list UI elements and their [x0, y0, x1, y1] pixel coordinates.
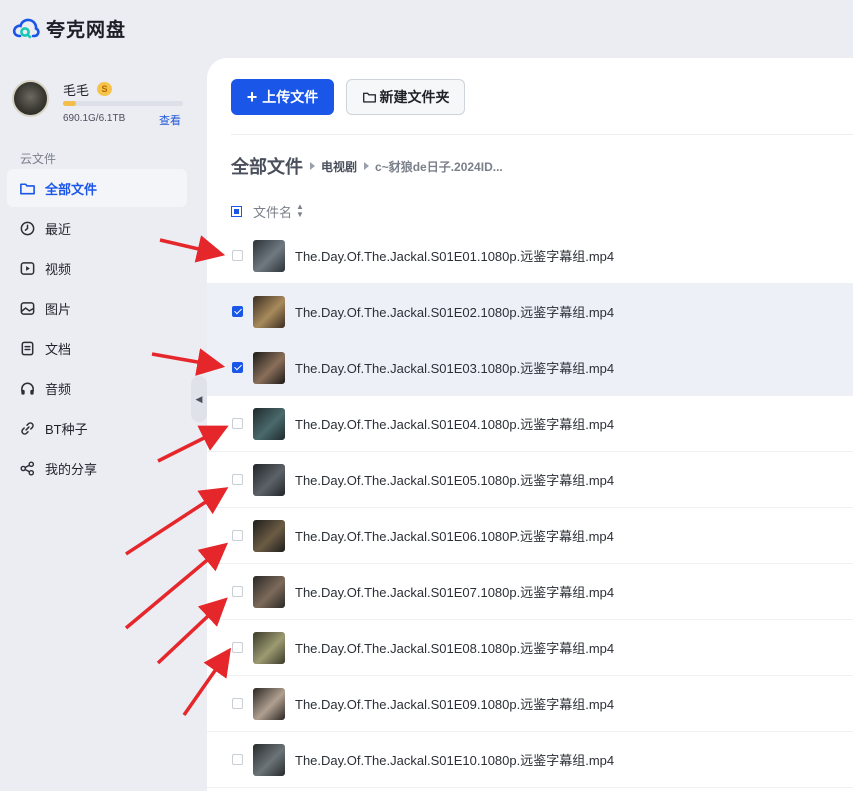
sidebar-collapse-handle[interactable]: ◀ [191, 376, 207, 422]
file-list-header: 文件名 ▲ ▼ [231, 202, 304, 220]
file-row[interactable]: The.Day.Of.The.Jackal.S01E06.1080P.远鉴字幕组… [207, 508, 853, 564]
breadcrumb-item-current[interactable]: c~豺狼de日子.2024ID... [375, 158, 503, 175]
image-icon [18, 299, 36, 317]
breadcrumb-root[interactable]: 全部文件 [231, 153, 303, 179]
breadcrumb-separator-icon [310, 162, 315, 170]
sidebar-item-bt-torrent[interactable]: BT种子 [7, 409, 187, 447]
file-name[interactable]: The.Day.Of.The.Jackal.S01E04.1080p.远鉴字幕组… [295, 414, 614, 433]
video-icon [18, 259, 36, 277]
sort-icon[interactable]: ▲ ▼ [296, 203, 304, 219]
new-folder-button-label: 新建文件夹 [379, 89, 450, 105]
video-thumbnail[interactable] [253, 575, 285, 608]
top-bar: 夸克网盘 [0, 0, 853, 56]
new-folder-button[interactable]: 新建文件夹 [346, 79, 465, 115]
sidebar-item-my-shares[interactable]: 我的分享 [7, 449, 187, 487]
file-list: The.Day.Of.The.Jackal.S01E01.1080p.远鉴字幕组… [207, 228, 853, 788]
file-name[interactable]: The.Day.Of.The.Jackal.S01E02.1080p.远鉴字幕组… [295, 302, 614, 321]
breadcrumb-separator-icon [364, 162, 370, 170]
video-thumbnail[interactable] [253, 743, 285, 776]
quark-cloud-logo-icon[interactable] [12, 17, 40, 39]
section-label-cloud-files: 云文件 [20, 152, 57, 166]
file-row[interactable]: The.Day.Of.The.Jackal.S01E05.1080p.远鉴字幕组… [207, 452, 853, 508]
file-name[interactable]: The.Day.Of.The.Jackal.S01E07.1080p.远鉴字幕组… [295, 582, 614, 601]
sidebar-item-images[interactable]: 图片 [7, 289, 187, 327]
upload-button[interactable]: + 上传文件 [231, 79, 334, 115]
sidebar-item-all-files[interactable]: 全部文件 [7, 169, 187, 207]
file-checkbox[interactable] [232, 362, 243, 373]
storage-bar [63, 101, 183, 106]
toolbar-divider [231, 134, 853, 135]
file-checkbox[interactable] [232, 306, 243, 317]
file-checkbox[interactable] [232, 250, 243, 261]
video-thumbnail[interactable] [253, 239, 285, 272]
sidebar-item-label: 视频 [45, 261, 72, 277]
sidebar-item-label: BT种子 [45, 421, 88, 437]
sidebar-item-label: 图片 [45, 301, 72, 317]
share-icon [18, 459, 36, 477]
upload-button-label: 上传文件 [262, 89, 319, 105]
file-name[interactable]: The.Day.Of.The.Jackal.S01E01.1080p.远鉴字幕组… [295, 246, 614, 265]
sidebar-item-video[interactable]: 视频 [7, 249, 187, 287]
link-icon [18, 419, 36, 437]
file-row[interactable]: The.Day.Of.The.Jackal.S01E04.1080p.远鉴字幕组… [207, 396, 853, 452]
file-checkbox[interactable] [232, 642, 243, 653]
sidebar-item-audio[interactable]: 音频 [7, 369, 187, 407]
video-thumbnail[interactable] [253, 631, 285, 664]
file-checkbox[interactable] [232, 530, 243, 541]
storage-text: 690.1G/6.1TB [63, 113, 126, 124]
breadcrumb: 全部文件 电视剧 c~豺狼de日子.2024ID... [231, 154, 503, 178]
main-panel: + 上传文件 新建文件夹 全部文件 电视剧 c~豺狼de日子.2024ID...… [207, 58, 853, 791]
column-header-filename[interactable]: 文件名 [253, 202, 292, 221]
folder-icon [18, 179, 36, 197]
file-row[interactable]: The.Day.Of.The.Jackal.S01E02.1080p.远鉴字幕组… [207, 284, 853, 340]
file-row[interactable]: The.Day.Of.The.Jackal.S01E08.1080p.远鉴字幕组… [207, 620, 853, 676]
file-checkbox[interactable] [232, 586, 243, 597]
storage-bar-fill [63, 101, 77, 106]
sidebar-item-label: 全部文件 [45, 181, 98, 197]
username: 毛毛 [63, 83, 90, 98]
file-checkbox[interactable] [232, 754, 243, 765]
file-name[interactable]: The.Day.Of.The.Jackal.S01E10.1080p.远鉴字幕组… [295, 750, 614, 769]
file-row[interactable]: The.Day.Of.The.Jackal.S01E01.1080p.远鉴字幕组… [207, 228, 853, 284]
file-checkbox[interactable] [232, 418, 243, 429]
sidebar-item-label: 音频 [45, 381, 72, 397]
file-name[interactable]: The.Day.Of.The.Jackal.S01E06.1080P.远鉴字幕组… [295, 526, 614, 545]
sidebar-item-label: 我的分享 [45, 461, 98, 477]
file-checkbox[interactable] [232, 698, 243, 709]
folder-outline-icon [362, 92, 376, 103]
file-name[interactable]: The.Day.Of.The.Jackal.S01E08.1080p.远鉴字幕组… [295, 638, 614, 657]
file-name[interactable]: The.Day.Of.The.Jackal.S01E05.1080p.远鉴字幕组… [295, 470, 614, 489]
sidebar: 毛毛 S 690.1G/6.1TB 查看 云文件 全部文件 最近 视频 图片 文… [0, 56, 206, 791]
video-thumbnail[interactable] [253, 687, 285, 720]
file-name[interactable]: The.Day.Of.The.Jackal.S01E03.1080p.远鉴字幕组… [295, 358, 614, 377]
plus-icon: + [246, 86, 258, 107]
video-thumbnail[interactable] [253, 519, 285, 552]
clock-icon [18, 219, 36, 237]
file-row[interactable]: The.Day.Of.The.Jackal.S01E03.1080p.远鉴字幕组… [207, 340, 853, 396]
file-row[interactable]: The.Day.Of.The.Jackal.S01E09.1080p.远鉴字幕组… [207, 676, 853, 732]
sidebar-item-recent[interactable]: 最近 [7, 209, 187, 247]
sidebar-item-label: 最近 [45, 221, 72, 237]
document-icon [18, 339, 36, 357]
video-thumbnail[interactable] [253, 351, 285, 384]
sidebar-item-documents[interactable]: 文档 [7, 329, 187, 367]
avatar[interactable] [12, 80, 49, 117]
caret-left-icon: ◀ [195, 393, 203, 404]
file-row[interactable]: The.Day.Of.The.Jackal.S01E07.1080p.远鉴字幕组… [207, 564, 853, 620]
headphones-icon [18, 379, 36, 397]
app-title: 夸克网盘 [46, 19, 127, 41]
file-row[interactable]: The.Day.Of.The.Jackal.S01E10.1080p.远鉴字幕组… [207, 732, 853, 788]
video-thumbnail[interactable] [253, 295, 285, 328]
select-all-checkbox[interactable] [231, 205, 242, 217]
view-storage-link[interactable]: 查看 [159, 112, 181, 128]
vip-badge-icon: S [97, 82, 112, 96]
sidebar-item-label: 文档 [45, 341, 72, 357]
file-name[interactable]: The.Day.Of.The.Jackal.S01E09.1080p.远鉴字幕组… [295, 694, 614, 713]
video-thumbnail[interactable] [253, 463, 285, 496]
file-checkbox[interactable] [232, 474, 243, 485]
video-thumbnail[interactable] [253, 407, 285, 440]
breadcrumb-item[interactable]: 电视剧 [321, 158, 357, 175]
sidebar-nav: 全部文件 最近 视频 图片 文档 音频 BT种子 我的分享 [7, 169, 187, 489]
user-panel: 毛毛 S 690.1G/6.1TB 查看 [12, 78, 192, 134]
